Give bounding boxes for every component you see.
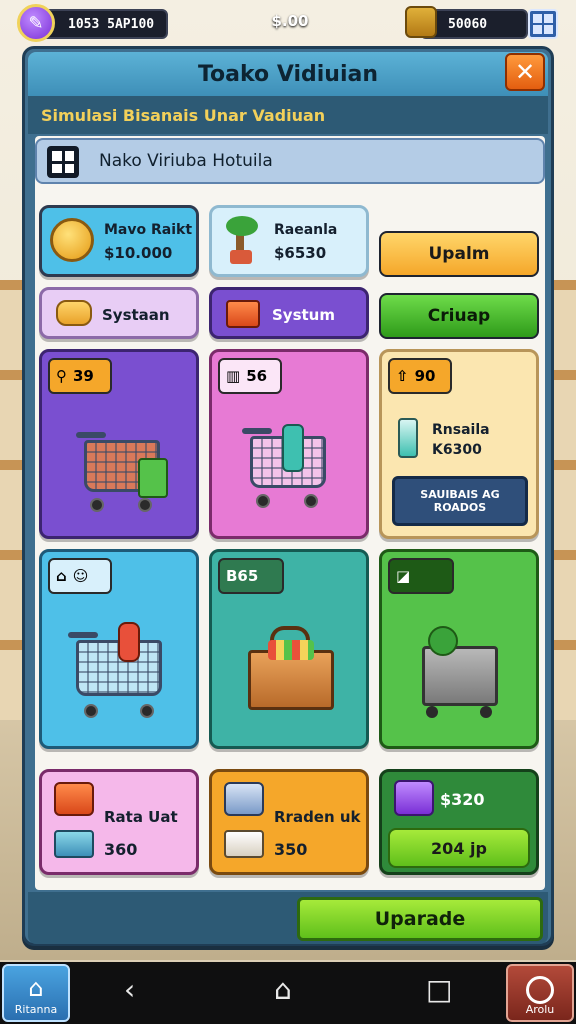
compass-icon <box>526 976 554 1004</box>
system-label: Systaan <box>102 306 170 324</box>
coins-value: 1053 5AP100 <box>68 16 155 32</box>
stat-card-plant[interactable]: Raeanla $6530 <box>209 205 369 277</box>
status-bar: 1053 5AP100 ✎ $.00 50060 <box>0 0 576 46</box>
stat-card-value: $6530 <box>274 244 327 262</box>
window-title-text: Toako Vidiuian <box>197 61 379 87</box>
close-icon: ✕ <box>514 58 536 86</box>
stat-card-title: Mavo Raikt <box>104 222 193 238</box>
product-badge: ⌂ ☺ <box>48 558 112 594</box>
window-subtitle: Simulasi Bisanais Unar Vadiuan <box>28 96 548 134</box>
store-content: Nako Viriuba Hotuila Mavo Raikt $10.000 … <box>35 136 545 890</box>
gems-value: 50060 <box>448 16 488 32</box>
back-icon[interactable]: ‹ <box>124 976 135 1004</box>
stat-card-title: Raeanla <box>274 222 338 238</box>
product-name: Rnsaila <box>432 422 490 438</box>
product-price: K6300 <box>432 442 482 458</box>
app-shortcut-button[interactable]: Arolu <box>506 964 574 1022</box>
store-grid-icon <box>47 146 79 178</box>
money-bag-icon[interactable] <box>405 6 437 38</box>
stat-card-money[interactable]: Mavo Raikt $10.000 <box>39 205 199 277</box>
upgrade-button[interactable]: Uparade <box>297 897 543 941</box>
window-title: Toako Vidiuian <box>28 52 548 96</box>
inventory-title: Rata Uat <box>104 808 178 826</box>
home-app-label: Ritanna <box>14 1003 58 1016</box>
buy-button[interactable]: 204 jp <box>388 828 530 868</box>
system-card-right[interactable]: Systum <box>209 287 369 339</box>
close-button[interactable]: ✕ <box>505 53 545 91</box>
gift-icon <box>394 780 434 816</box>
product-card[interactable]: ▥ 56 <box>209 349 369 539</box>
product-card[interactable]: ⚲ 39 <box>39 349 199 539</box>
inventory-title: Rraden uk <box>274 808 361 826</box>
box-icon <box>226 300 260 328</box>
trash-bin-icon <box>418 626 504 718</box>
inventory-card[interactable]: Rata Uat 360 <box>39 769 199 875</box>
upalm-button[interactable]: Upalm <box>379 231 539 277</box>
jar-icon <box>398 418 418 458</box>
book-stack-icon <box>54 830 94 858</box>
coin-stack-icon <box>50 218 94 262</box>
product-badge: ▥ 56 <box>218 358 282 394</box>
shopping-cart-icon <box>242 418 342 518</box>
price-card[interactable]: $320 204 jp <box>379 769 539 875</box>
recents-icon[interactable]: □ <box>426 976 452 1004</box>
store-window: Toako Vidiuian ✕ Simulasi Bisanais Unar … <box>22 46 554 946</box>
home-icon[interactable]: ⌂ <box>274 976 292 1004</box>
shopping-cart-icon <box>68 622 178 732</box>
coin-icon[interactable]: ✎ <box>17 4 55 42</box>
stat-card-value: $10.000 <box>104 244 173 262</box>
product-badge: B65 <box>218 558 284 594</box>
system-nav-bar: ⌂ Ritanna ‹ ⌂ □ Arolu <box>0 962 576 1024</box>
store-name-bar[interactable]: Nako Viriuba Hotuila <box>35 138 545 184</box>
system-label: Systum <box>272 306 335 324</box>
tag-icon: ◪ <box>396 567 411 585</box>
key-icon: ⚲ <box>56 367 67 385</box>
shop-icon: ⌂ <box>56 567 67 585</box>
home-app-button[interactable]: ⌂ Ritanna <box>2 964 70 1022</box>
barcode-icon: ▥ <box>226 367 241 385</box>
person-icon: ☺ <box>72 567 89 585</box>
product-badge: ◪ <box>388 558 454 594</box>
coins-counter: 1053 5AP100 <box>40 9 168 39</box>
product-card[interactable]: ◪ <box>379 549 539 749</box>
product-card[interactable]: B65 <box>209 549 369 749</box>
shopping-bag-icon <box>248 626 334 710</box>
criuap-button[interactable]: Criuap <box>379 293 539 339</box>
box-icon <box>54 782 94 816</box>
inventory-value: 360 <box>104 840 138 859</box>
store-name: Nako Viriuba Hotuila <box>99 151 273 171</box>
product-detail-card[interactable]: ⇧ 90 Rnsaila K6300 SAUIBAIS AG ROADOS <box>379 349 539 539</box>
product-action-button[interactable]: SAUIBAIS AG ROADOS <box>392 476 528 526</box>
price-value: $320 <box>440 790 485 809</box>
money-display: $.00 <box>271 12 309 30</box>
paper-stack-icon <box>224 830 264 858</box>
bread-icon <box>56 300 92 326</box>
arrow-up-icon: ⇧ <box>396 367 409 385</box>
product-badge: ⇧ 90 <box>388 358 452 394</box>
inventory-card[interactable]: Rraden uk 350 <box>209 769 369 875</box>
palm-tree-icon <box>226 214 262 264</box>
shopping-cart-icon <box>76 422 176 522</box>
house-icon: ⌂ <box>28 974 44 1002</box>
product-badge: ⚲ 39 <box>48 358 112 394</box>
menu-grid-icon[interactable] <box>528 9 558 39</box>
product-card[interactable]: ⌂ ☺ <box>39 549 199 749</box>
app-shortcut-label: Arolu <box>525 1003 555 1016</box>
inventory-value: 350 <box>274 840 308 859</box>
system-card-left[interactable]: Systaan <box>39 287 199 339</box>
package-icon <box>224 782 264 816</box>
